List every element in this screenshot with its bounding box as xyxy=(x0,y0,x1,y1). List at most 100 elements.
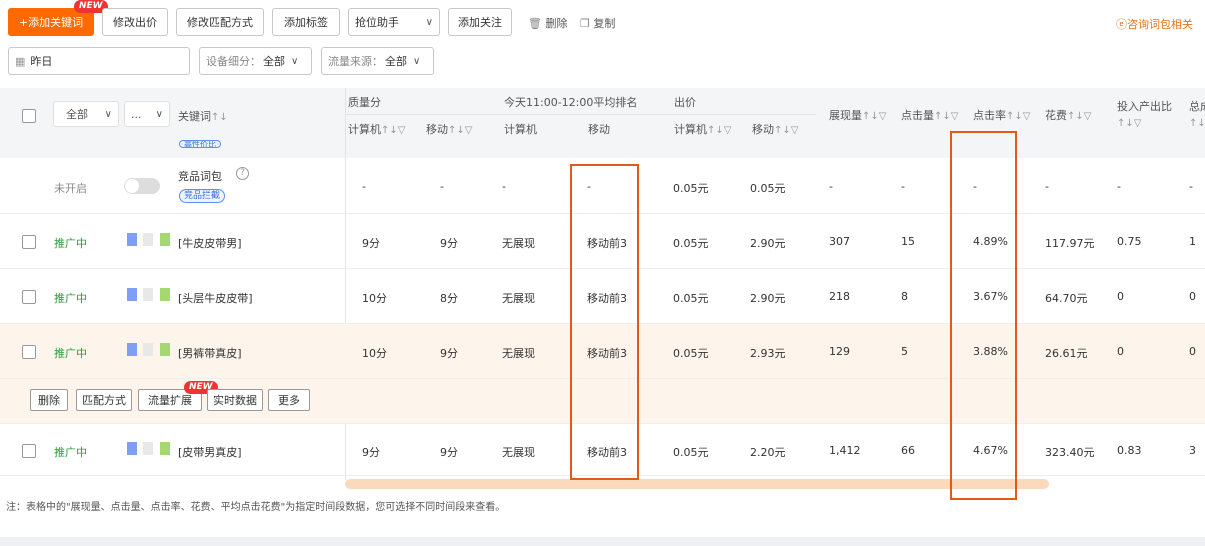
add-tag-button[interactable]: 添加标签 xyxy=(272,8,340,36)
row-realtime-button[interactable]: 实时数据 xyxy=(207,389,263,411)
flag-grey-icon xyxy=(143,442,153,455)
modify-bid-button[interactable]: 修改出价 xyxy=(102,8,168,36)
sort-filter-icon: ↑↓▽ xyxy=(381,125,406,136)
more-filter-value: ... xyxy=(131,107,142,121)
keyword-text: [皮带男真皮] xyxy=(178,446,242,459)
header-roi-label: 投入产出比 xyxy=(1117,100,1172,113)
add-follow-button[interactable]: 添加关注 xyxy=(448,8,512,36)
sort-icon: ↑↓ xyxy=(211,112,228,123)
device-value: 全部 xyxy=(263,55,285,68)
sort-filter-icon: ↑↓▽ xyxy=(707,125,732,136)
sort-filter-icon: ↑↓▽ xyxy=(862,111,887,122)
header-ctr-label: 点击率 xyxy=(973,109,1006,122)
copy-icon: ❐ xyxy=(580,17,590,30)
cost: - xyxy=(1045,180,1049,193)
row-match-button[interactable]: 匹配方式 xyxy=(76,389,132,411)
flag-blue-icon xyxy=(127,442,137,455)
status-text: 推广中 xyxy=(54,347,87,360)
header-quality-pc[interactable]: 计算机↑↓▽ xyxy=(348,121,405,137)
bid-pc[interactable]: 0.05元 xyxy=(673,444,709,460)
horizontal-scrollbar[interactable] xyxy=(345,479,1049,489)
chevron-down-icon: ∨ xyxy=(413,55,421,67)
impressions: 218 xyxy=(829,290,850,303)
header-clicks[interactable]: 点击量↑↓▽ xyxy=(901,107,958,123)
bid-pc[interactable]: 0.05元 xyxy=(673,180,709,196)
row-checkbox[interactable] xyxy=(22,345,36,359)
flag-green-icon xyxy=(160,343,170,356)
header-bid-pc[interactable]: 计算机↑↓▽ xyxy=(674,121,731,137)
impressions: 129 xyxy=(829,345,850,358)
calendar-icon: ▦ xyxy=(15,54,26,68)
header-roi[interactable]: 投入产出比 ↑↓▽ xyxy=(1117,99,1172,132)
status-toggle[interactable] xyxy=(124,178,160,194)
header-bid-mobile[interactable]: 移动↑↓▽ xyxy=(752,121,798,137)
bid-pc[interactable]: 0.05元 xyxy=(673,290,709,306)
help-icon[interactable]: ? xyxy=(236,167,249,180)
header-total[interactable]: 总成 ↑↓ xyxy=(1189,99,1205,132)
rank-pc: 无展现 xyxy=(502,446,535,459)
row-checkbox[interactable] xyxy=(22,290,36,304)
header-quality-mobile-label: 移动 xyxy=(426,123,448,136)
sort-filter-icon: ↑↓▽ xyxy=(1006,111,1031,122)
impressions: 307 xyxy=(829,235,850,248)
more-filter-select[interactable]: ... ∨ xyxy=(124,101,170,127)
row-checkbox[interactable] xyxy=(22,235,36,249)
row-more-button[interactable]: 更多 xyxy=(268,389,310,411)
copy-link[interactable]: ❐ 复制 xyxy=(580,15,615,31)
cost: 323.40元 xyxy=(1045,446,1095,459)
bid-pc[interactable]: 0.05元 xyxy=(673,235,709,251)
header-bid-mobile-label: 移动 xyxy=(752,123,774,136)
clicks: 8 xyxy=(901,290,908,303)
header-keyword[interactable]: 关键词↑↓ xyxy=(178,108,228,124)
rank-pc: 无展现 xyxy=(502,347,535,360)
modify-match-button[interactable]: 修改匹配方式 xyxy=(176,8,264,36)
consult-link[interactable]: ⓔ咨询词包相关 xyxy=(1116,16,1193,32)
flag-blue-icon xyxy=(127,288,137,301)
date-value: 昨日 xyxy=(30,55,53,68)
status-text: 未开启 xyxy=(54,182,87,195)
device-select[interactable]: 设备细分： 全部 ∨ xyxy=(199,47,312,75)
header-rank-group: 今天11:00-12:00平均排名 xyxy=(504,96,638,109)
clicks: 15 xyxy=(901,235,915,248)
keyword-text: [头层牛皮皮带] xyxy=(178,292,253,305)
sort-filter-icon: ↑↓▽ xyxy=(1067,111,1092,122)
header-quality: 质量分 xyxy=(348,96,381,109)
rank-pc: 无展现 xyxy=(502,237,535,250)
header-bid: 出价 xyxy=(674,96,696,109)
bid-mobile[interactable]: 2.20元 xyxy=(750,444,786,460)
chevron-down-icon: ∨ xyxy=(104,108,112,120)
row-delete-button[interactable]: 删除 xyxy=(30,389,68,411)
source-select[interactable]: 流量来源： 全部 ∨ xyxy=(321,47,434,75)
chevron-down-icon: ∨ xyxy=(155,108,163,120)
status-filter-select[interactable]: 全部 ∨ xyxy=(53,101,119,127)
quality-pc: 9分 xyxy=(362,237,380,250)
select-all-checkbox[interactable] xyxy=(22,109,36,123)
sort-filter-icon: ↑↓▽ xyxy=(934,111,959,122)
rank-helper-select[interactable]: 抢位助手 ∨ xyxy=(348,8,440,36)
bid-mobile[interactable]: 2.93元 xyxy=(750,345,786,361)
keyword-tag: 竞品拦截 xyxy=(179,189,226,203)
delete-link[interactable]: 🗑 删除 xyxy=(528,15,567,31)
header-cost[interactable]: 花费↑↓▽ xyxy=(1045,107,1091,123)
rank-pc: 无展现 xyxy=(502,292,535,305)
highlight-box-ctr xyxy=(950,131,1017,500)
clicks: 66 xyxy=(901,444,915,457)
highlight-box-rank-mobile xyxy=(570,164,639,480)
header-impressions[interactable]: 展现量↑↓▽ xyxy=(829,107,886,123)
date-picker[interactable]: ▦ 昨日 xyxy=(8,47,190,75)
footnote: 注：表格中的"展现量、点击量、点击率、花费、平均点击花费"为指定时间段数据，您可… xyxy=(6,502,506,513)
trash-icon: 🗑 xyxy=(528,17,542,30)
flag-grey-icon xyxy=(143,343,153,356)
flag-green-icon xyxy=(160,288,170,301)
bid-mobile[interactable]: 2.90元 xyxy=(750,290,786,306)
header-quality-mobile[interactable]: 移动↑↓▽ xyxy=(426,121,472,137)
chat-icon: ⓔ xyxy=(1116,18,1127,31)
source-label: 流量来源： xyxy=(328,55,383,68)
bid-mobile[interactable]: 0.05元 xyxy=(750,180,786,196)
delete-label: 删除 xyxy=(545,17,568,30)
row-checkbox[interactable] xyxy=(22,444,36,458)
bid-mobile[interactable]: 2.90元 xyxy=(750,235,786,251)
bid-pc[interactable]: 0.05元 xyxy=(673,345,709,361)
header-ctr[interactable]: 点击率↑↓▽ xyxy=(973,107,1030,123)
toggle-knob xyxy=(125,179,139,193)
